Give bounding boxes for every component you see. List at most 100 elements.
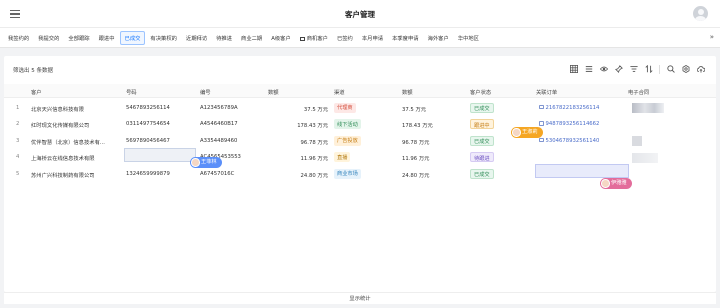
status-tag[interactable]: 已成交 (470, 168, 494, 179)
customer-name[interactable]: 上海桥云在线信息技术有限 (31, 154, 123, 162)
user-avatar[interactable] (693, 6, 708, 21)
tab-item[interactable]: A级客户 (267, 32, 295, 44)
table-row[interactable]: 2 红时现文化传媒有限公司 0311497754654 A4546460B17 178.… (4, 117, 716, 134)
phone-number[interactable]: 0311497754654 (126, 121, 196, 127)
customer-name[interactable]: 红时现文化传媒有限公司 (31, 121, 123, 129)
amount-value[interactable]: 11.96 万元 (266, 154, 328, 162)
contract-thumbnail[interactable] (632, 136, 642, 146)
channel-tag[interactable]: 广告投放 (334, 135, 361, 146)
collaborator-avatar (191, 158, 200, 167)
cloud-upload-icon[interactable] (693, 62, 708, 76)
channel-tag[interactable]: 线下活动 (334, 119, 361, 129)
amount-value[interactable]: 37.5 万元 (266, 105, 328, 113)
channel-tag[interactable]: 商业市场 (334, 168, 361, 179)
tab-item[interactable]: 全部跟踪 (64, 32, 93, 44)
contract-thumbnail[interactable] (632, 103, 664, 113)
tab-item[interactable]: 海外客户 (424, 32, 453, 44)
filter-result-text: 筛选出 5 条数据 (13, 68, 53, 74)
search-icon[interactable] (663, 62, 678, 76)
customer-name[interactable]: 北京天兴信息科技有限 (31, 105, 123, 113)
customer-name[interactable]: 优伴智慧（北京）信息技术有... (31, 138, 123, 146)
amount-value[interactable]: 178.43 万元 (266, 121, 328, 129)
column-header-customer[interactable]: 客户 (31, 88, 42, 96)
sort-icon[interactable] (641, 62, 656, 76)
related-order-link[interactable]: 9487893256114662 (539, 121, 629, 127)
order-number: 2167822183256114 (545, 104, 600, 111)
collaborator-avatar (601, 179, 610, 188)
tab-item[interactable]: 我提交的 (34, 32, 63, 44)
tab-label: 我签约的 (8, 36, 30, 42)
customer-code[interactable]: A67457016C (200, 171, 266, 177)
footer-stats[interactable]: 显示统计 (4, 292, 716, 304)
column-header-channel[interactable]: 渠道 (334, 88, 345, 96)
tab-item[interactable]: 商业二期 (237, 32, 266, 44)
status-tag[interactable]: 跟进中 (470, 119, 494, 129)
selected-order-highlight (535, 164, 629, 178)
table-header: 客户 号码 编号 数额 渠道 数额 客户状态 关联订单 电子合同 (4, 84, 716, 98)
eye-icon[interactable] (596, 62, 611, 76)
tab-item[interactable]: 本季度申请 (388, 32, 423, 44)
tab-item[interactable]: 已成交 (119, 31, 146, 45)
phone-number[interactable]: 1324659999879 (126, 171, 196, 177)
tab-item[interactable]: 华中地区 (454, 32, 483, 44)
tab-label: 已成交 (124, 36, 141, 42)
collaborator-name: 王淑莉 (522, 129, 538, 135)
tabs-more-icon[interactable]: » (710, 33, 714, 41)
column-header-code[interactable]: 编号 (200, 88, 211, 96)
table-toolbar (566, 62, 708, 76)
collaborator-name: 伊雅雅 (611, 180, 627, 186)
amount-value[interactable]: 24.80 万元 (266, 171, 328, 179)
toolbar-divider (659, 64, 660, 74)
column-header-phone[interactable]: 号码 (126, 88, 137, 96)
grid-view-icon[interactable] (566, 62, 581, 76)
footer-stats-label: 显示统计 (349, 296, 371, 302)
amount-value-2[interactable]: 178.43 万元 (402, 121, 464, 129)
status-tag[interactable]: 已成交 (470, 102, 494, 113)
phone-number[interactable]: 5697890456467 (126, 138, 196, 144)
customer-name[interactable]: 苏州广兴科技制药有限公司 (31, 171, 123, 179)
column-header-amount[interactable]: 数额 (268, 88, 279, 96)
collaborator-badge: 王菲林 (190, 157, 222, 168)
table-row[interactable]: 1 北京天兴信息科技有限 5467893256114 A123456789A 37.5 … (4, 100, 716, 117)
column-header-order[interactable]: 关联订单 (536, 88, 557, 96)
tab-item[interactable]: 近期拜访 (182, 32, 211, 44)
row-number: 5 (16, 170, 20, 177)
amount-value-2[interactable]: 37.5 万元 (402, 105, 464, 113)
customer-code[interactable]: A4546460B17 (200, 121, 266, 127)
customer-code[interactable]: A3354489460 (200, 138, 266, 144)
table-row[interactable]: 3 优伴智慧（北京）信息技术有... 5697890456467 A335448946… (4, 133, 716, 150)
list-view-icon[interactable] (581, 62, 596, 76)
settings-icon[interactable] (678, 62, 693, 76)
tab-item[interactable]: 商机客户 (296, 32, 332, 44)
column-header-status[interactable]: 客户状态 (470, 88, 491, 96)
column-header-amount-2[interactable]: 数额 (402, 88, 413, 96)
tab-item[interactable]: 跟进中 (95, 32, 119, 44)
amount-value-2[interactable]: 11.96 万元 (402, 154, 464, 162)
related-order-link[interactable]: 5304678932561140 (539, 137, 629, 144)
status-tag[interactable]: 已成交 (470, 135, 494, 146)
channel-tag[interactable]: 直播 (334, 152, 351, 162)
pin-icon[interactable] (611, 62, 626, 76)
tab-item[interactable]: 已签约 (333, 32, 357, 44)
amount-value-2[interactable]: 24.80 万元 (402, 171, 464, 179)
tab-label: 商业二期 (241, 36, 263, 42)
tab-item[interactable]: 我签约的 (4, 32, 33, 44)
contract-thumbnail[interactable] (632, 152, 658, 163)
tab-item[interactable]: 待推进 (212, 32, 236, 44)
tab-item[interactable]: 本月申请 (358, 32, 387, 44)
amount-value-2[interactable]: 96.78 万元 (402, 138, 464, 146)
order-number: 5304678932561140 (545, 137, 600, 144)
tab-item[interactable]: 有决策权的 (146, 32, 181, 44)
column-header-contract[interactable]: 电子合同 (628, 88, 649, 96)
tab-label: 本月申请 (361, 36, 384, 42)
customer-code[interactable]: A123456789A (200, 105, 266, 111)
phone-number[interactable]: 5467893256114 (126, 105, 196, 111)
channel-tag[interactable]: 代理商 (334, 102, 356, 113)
tab-label: 我提交的 (38, 36, 60, 42)
tab-label: 商机客户 (306, 36, 328, 42)
related-order-link[interactable]: 2167822183256114 (539, 104, 629, 111)
page-title: 客户管理 (345, 10, 375, 19)
status-tag[interactable]: 待跟进 (470, 152, 494, 162)
filter-icon[interactable] (626, 62, 641, 76)
amount-value[interactable]: 96.78 万元 (266, 138, 328, 146)
